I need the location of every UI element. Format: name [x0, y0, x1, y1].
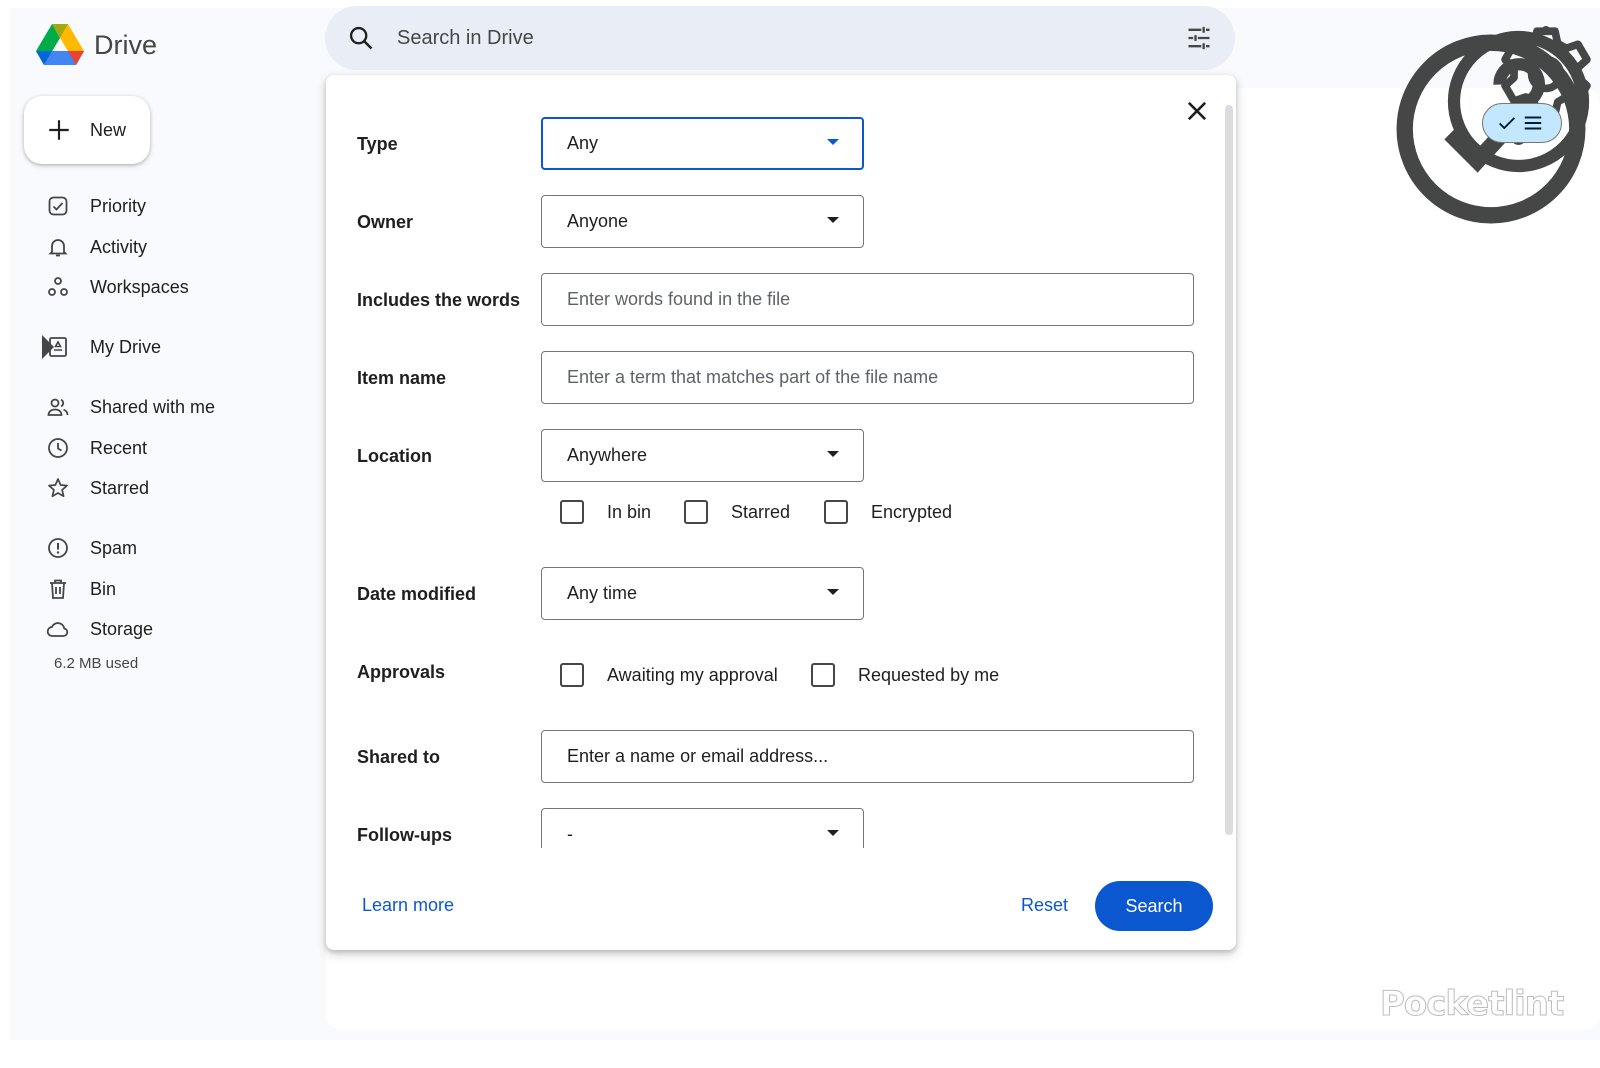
list-view-icon: [1524, 116, 1542, 130]
encrypted-label: Encrypted: [871, 502, 953, 522]
bell-icon: [48, 239, 68, 257]
search-bar[interactable]: Search in Drive: [325, 6, 1235, 70]
plus-icon: [49, 120, 69, 140]
requested-by-me-checkbox[interactable]: [811, 663, 835, 687]
sidebar-item-label: Workspaces: [90, 276, 189, 297]
reset-button[interactable]: Reset: [1021, 895, 1068, 916]
trash-icon: [50, 579, 66, 599]
starred-label: Starred: [731, 502, 791, 522]
shared-to-input[interactable]: [541, 730, 1194, 783]
layout-toggle[interactable]: [1482, 103, 1562, 143]
advanced-search-dialog: Type Any Owner Anyone Includes the words…: [326, 75, 1236, 950]
sidebar-item-label: Priority: [90, 195, 147, 216]
shared-people-icon: [47, 398, 69, 416]
dropdown-arrow-icon: [827, 589, 839, 595]
owner-label: Owner: [357, 212, 414, 232]
sidebar-item-label: Spam: [90, 537, 138, 558]
follow-ups-select-value: -: [567, 824, 573, 844]
sidebar-item-priority[interactable]: Priority: [46, 188, 306, 224]
type-select[interactable]: Any: [541, 117, 864, 170]
sidebar-item-label: Starred: [90, 477, 150, 498]
dialog-scrollbar[interactable]: [1225, 105, 1233, 835]
check-icon: [1499, 117, 1515, 130]
in-bin-checkbox[interactable]: [560, 500, 584, 524]
sidebar-item-label: Bin: [90, 578, 117, 599]
watermark: Pocketlint: [1379, 984, 1564, 1025]
follow-ups-select[interactable]: -: [541, 808, 864, 848]
date-modified-select-value: Any time: [567, 583, 638, 603]
item-name-label: Item name: [357, 368, 447, 388]
sidebar-item-workspaces[interactable]: Workspaces: [46, 269, 306, 305]
shared-to-label: Shared to: [357, 747, 441, 767]
workspaces-icon: [48, 277, 68, 296]
new-button[interactable]: New: [24, 96, 150, 164]
includes-words-input[interactable]: [541, 273, 1194, 326]
cloud-icon: [46, 622, 69, 637]
sidebar-item-recent[interactable]: Recent: [46, 430, 306, 466]
spam-icon: [48, 538, 68, 558]
more-options-icon[interactable]: [1538, 20, 1554, 68]
priority-icon: [48, 196, 68, 216]
sidebar-item-label: Recent: [90, 437, 148, 458]
owner-select[interactable]: Anyone: [541, 195, 864, 248]
owner-select-value: Anyone: [567, 211, 629, 231]
storage-used-text: 6.2 MB used: [54, 655, 139, 672]
sidebar-item-label: Activity: [90, 236, 148, 257]
type-label: Type: [357, 134, 398, 154]
search-button[interactable]: Search: [1095, 881, 1213, 931]
dialog-form: Type Any Owner Anyone Includes the words…: [326, 75, 1221, 848]
dropdown-arrow-icon: [827, 217, 839, 223]
location-select[interactable]: Anywhere: [541, 429, 864, 482]
drive-logo[interactable]: Drive: [36, 24, 157, 66]
in-bin-label: In bin: [607, 502, 652, 522]
sidebar-item-shared-with-me[interactable]: Shared with me: [46, 389, 306, 425]
awaiting-approval-checkbox[interactable]: [560, 663, 584, 687]
dropdown-arrow-icon: [827, 451, 839, 457]
dropdown-arrow-icon: [827, 830, 839, 836]
approvals-label: Approvals: [357, 662, 446, 682]
awaiting-approval-label: Awaiting my approval: [607, 665, 778, 685]
item-name-input[interactable]: [541, 351, 1194, 404]
follow-ups-label: Follow-ups: [357, 825, 452, 845]
sidebar-item-label: My Drive: [90, 336, 161, 357]
search-input[interactable]: Search in Drive: [397, 27, 534, 50]
type-select-value: Any: [567, 133, 599, 153]
new-button-label: New: [90, 119, 127, 140]
requested-by-me-label: Requested by me: [858, 665, 1000, 685]
date-modified-label: Date modified: [357, 584, 477, 604]
app-name: Drive: [94, 29, 158, 60]
sidebar-item-storage[interactable]: Storage: [46, 611, 306, 647]
sidebar-item-label: Shared with me: [90, 396, 216, 417]
search-options-icon[interactable]: [1185, 24, 1213, 52]
sidebar-item-bin[interactable]: Bin: [46, 571, 306, 607]
location-label: Location: [357, 446, 432, 466]
starred-checkbox[interactable]: [684, 500, 708, 524]
date-modified-select[interactable]: Any time: [541, 567, 864, 620]
drive-logo-icon: [36, 24, 84, 65]
location-select-value: Anywhere: [567, 445, 648, 465]
encrypted-checkbox[interactable]: [824, 500, 848, 524]
sidebar-item-starred[interactable]: Starred: [46, 470, 306, 506]
learn-more-link[interactable]: Learn more: [362, 895, 454, 916]
includes-words-label: Includes the words: [357, 290, 521, 310]
sidebar-item-my-drive[interactable]: My Drive: [42, 329, 306, 365]
dropdown-arrow-icon: [827, 139, 839, 145]
expand-caret-icon[interactable]: [36, 335, 60, 359]
search-icon[interactable]: [347, 24, 375, 52]
sidebar-item-spam[interactable]: Spam: [46, 530, 306, 566]
star-icon: [48, 478, 68, 498]
sidebar-item-label: Storage: [90, 618, 154, 639]
clock-icon: [48, 438, 68, 458]
sidebar-item-activity[interactable]: Activity: [46, 229, 306, 265]
